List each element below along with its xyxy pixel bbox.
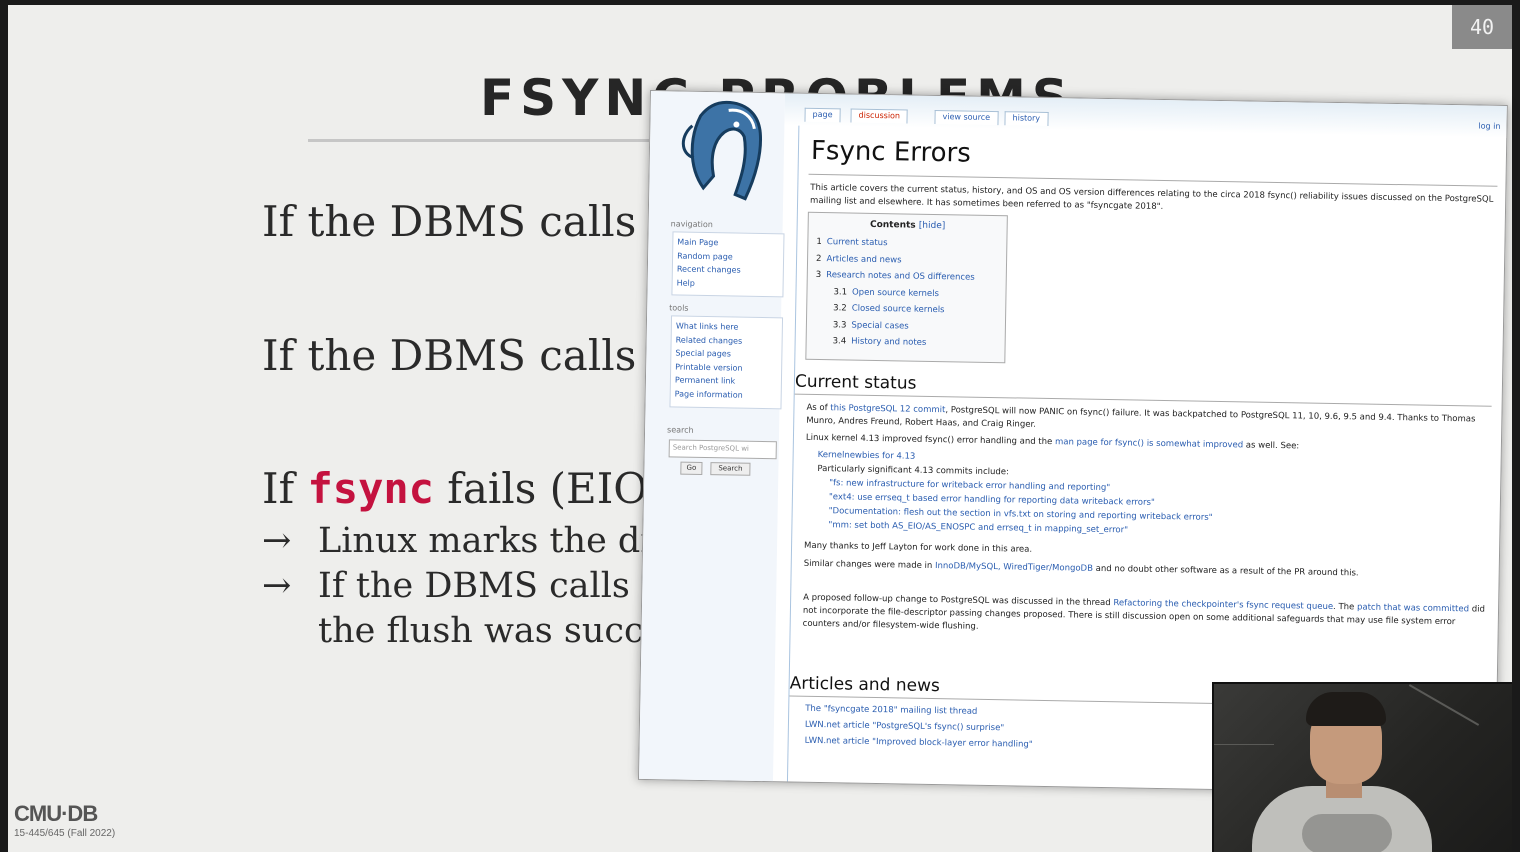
bullet2-text: If the DBMS calls	[318, 566, 642, 606]
tab-page[interactable]: page	[804, 107, 841, 123]
article-link-3[interactable]: LWN.net article "Improved block-layer er…	[805, 736, 1033, 750]
bullet1-text: Linux marks the dirt	[318, 521, 683, 561]
toc-num: 3.1	[833, 286, 848, 297]
toc-item[interactable]: 3.4 History and notes	[814, 333, 996, 353]
wiki-sidebar: navigation Main Page Random page Recent …	[638, 91, 785, 782]
tools-heading: tools	[669, 303, 689, 313]
line1-text: If the DBMS calls	[262, 197, 650, 246]
article-link-1[interactable]: The "fsyncgate 2018" mailing list thread	[805, 704, 977, 717]
arrow-icon: →	[262, 566, 292, 606]
commits-label: Particularly significant 4.13 commits in…	[817, 463, 1009, 478]
p1-text-a: As of	[806, 402, 831, 414]
p2-text-b: as well. See:	[1243, 440, 1300, 452]
toc-label: History and notes	[851, 336, 927, 348]
cmu-db-logo: CMU·DB 15-445/645 (Fall 2022)	[14, 801, 115, 839]
nav-box: Main Page Random page Recent changes Hel…	[671, 231, 785, 298]
tool-permanent-link[interactable]: Permanent link	[675, 373, 777, 388]
similar-text-b: and no doubt other software as a result …	[1092, 563, 1359, 579]
tool-what-links-here[interactable]: What links here	[676, 319, 778, 334]
toc-label: Special cases	[851, 320, 909, 332]
line3-text-b: fails (EIO),	[433, 464, 678, 513]
commit-link-2[interactable]: "ext4: use errseq_t based error handling…	[829, 492, 1155, 508]
thread-link[interactable]: Refactoring the checkpointer's fsync req…	[1113, 598, 1333, 612]
slide-number: 40	[1452, 5, 1512, 49]
commit-link[interactable]: this PostgreSQL 12 commit	[830, 403, 945, 415]
commit-link-4[interactable]: "mm: set both AS_EIO/AS_ENOSPC and errse…	[828, 520, 1128, 535]
toc-num: 3.2	[833, 303, 847, 314]
kernelnewbies-link[interactable]: Kernelnewbies for 4.13	[818, 450, 916, 462]
search-button[interactable]: Search	[710, 462, 751, 476]
slide-line-1: If the DBMS calls fw	[262, 197, 700, 246]
tab-discussion[interactable]: discussion	[850, 108, 909, 124]
course-label: 15-445/645 (Fall 2022)	[14, 828, 116, 839]
tab-view-source[interactable]: view source	[934, 109, 999, 126]
toc-num: 1	[816, 236, 822, 248]
tool-special-pages[interactable]: Special pages	[675, 346, 777, 361]
line3-code: fsync	[307, 464, 434, 513]
toc-label: Research notes and OS differences	[826, 270, 975, 283]
heading-current-status: Current status	[794, 371, 1493, 407]
toc-label: Current status	[826, 237, 888, 249]
toc-num: 3.3	[832, 319, 847, 330]
similar-link[interactable]: InnoDB/MySQL, WiredTiger/MongoDB	[935, 561, 1093, 574]
slide-bullet-2: →If the DBMS calls fs	[262, 566, 683, 606]
webcam-overlay	[1212, 682, 1512, 852]
toc-label: Closed source kernels	[851, 303, 945, 316]
line3-text-a: If	[262, 464, 308, 513]
nav-recent-changes[interactable]: Recent changes	[677, 262, 779, 277]
search-heading: search	[666, 425, 694, 435]
login-link[interactable]: log in	[1478, 121, 1500, 130]
toc-num: 3	[815, 269, 822, 281]
slide-line-2: If the DBMS calls fs	[262, 331, 700, 380]
shirt-graphic	[1302, 814, 1392, 852]
toc-title-text: Contents	[869, 219, 916, 231]
toc-label: Open source kernels	[851, 287, 940, 299]
chalkboard-mark	[1214, 744, 1274, 745]
arrow-icon: →	[262, 521, 292, 561]
nav-heading: navigation	[670, 219, 713, 230]
toc-num: 3.4	[832, 336, 847, 347]
similar-text-a: Similar changes were made in	[803, 558, 936, 572]
table-of-contents: Contents [hide] 1 Current status 2 Article…	[805, 211, 1008, 364]
chalkboard-mark	[1408, 684, 1480, 726]
article-link-2[interactable]: LWN.net article "PostgreSQL's fsync() su…	[805, 720, 1004, 733]
tool-page-information[interactable]: Page information	[675, 387, 777, 402]
toc-label: Articles and news	[826, 253, 902, 265]
wiki-search-input[interactable]: Search PostgreSQL wi	[668, 439, 777, 460]
line2-text: If the DBMS calls	[262, 331, 650, 380]
nav-main-page[interactable]: Main Page	[677, 236, 779, 251]
tab-history[interactable]: history	[1004, 111, 1049, 126]
toc-hide-link[interactable]: [hide]	[919, 221, 946, 231]
slide-line-3: If fsync fails (EIO),	[262, 464, 677, 513]
followup-text-b: . The	[1333, 602, 1358, 613]
postgresql-elephant-icon	[681, 100, 763, 201]
commit-link-1[interactable]: "fs: new infrastructure for writeback er…	[829, 478, 1110, 493]
man-page-link[interactable]: man page for fsync() is somewhat improve…	[1055, 437, 1243, 450]
go-button[interactable]: Go	[680, 461, 703, 475]
toc-title: Contents [hide]	[817, 219, 999, 232]
logo-text: CMU·DB	[14, 801, 98, 826]
presenter-hair	[1306, 692, 1386, 726]
followup-paragraph: A proposed follow-up change to PostgreSQ…	[803, 592, 1489, 643]
slide-bullet-1: → Linux marks the dirt	[262, 521, 682, 561]
tools-box: What links here Related changes Special …	[669, 315, 784, 410]
patch-link[interactable]: patch that was committed	[1357, 602, 1469, 614]
nav-help[interactable]: Help	[677, 276, 779, 291]
page-title: Fsync Errors	[810, 135, 972, 169]
p2-text-a: Linux kernel 4.13 improved fsync() error…	[805, 432, 1056, 448]
toc-num: 2	[815, 253, 822, 264]
